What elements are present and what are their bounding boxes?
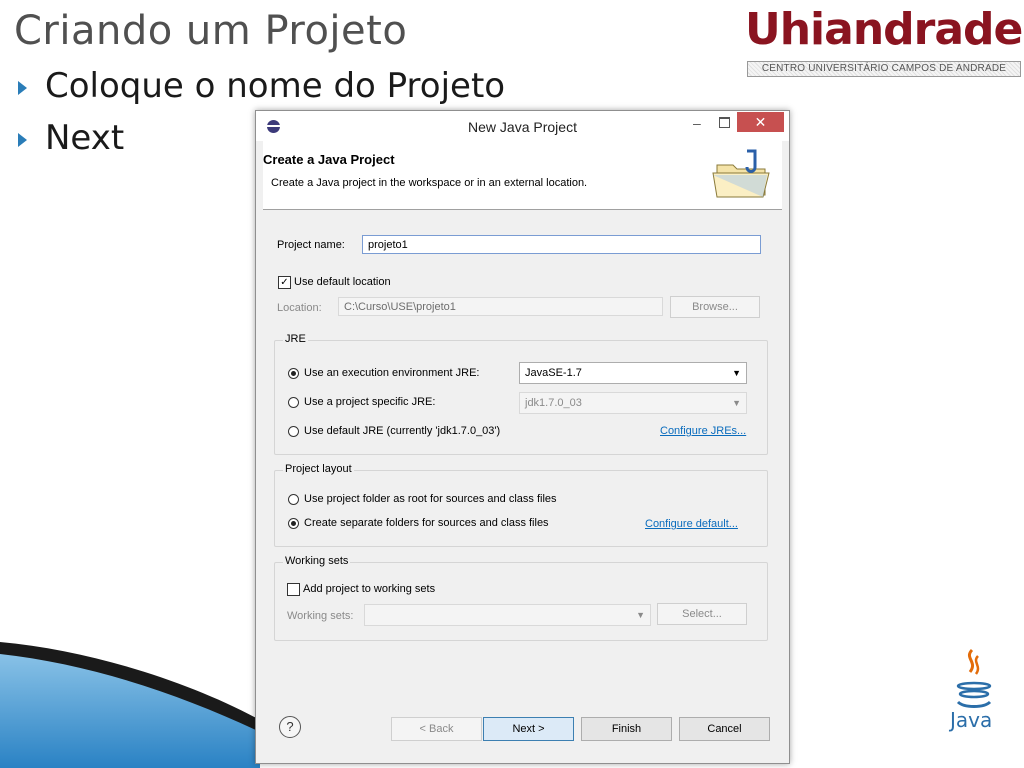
layout-option2-label: Create separate folders for sources and … xyxy=(304,517,549,529)
dialog-titlebar[interactable]: New Java Project – ✕ xyxy=(256,111,789,141)
new-java-project-dialog: New Java Project – ✕ Create a Java Proje… xyxy=(255,110,790,764)
location-label: Location: xyxy=(277,302,322,314)
browse-button[interactable]: Browse... xyxy=(670,296,760,318)
working-sets-group: Working sets Add project to working sets… xyxy=(274,555,768,641)
minimize-button[interactable]: – xyxy=(693,115,701,131)
maximize-button[interactable] xyxy=(719,117,730,128)
configure-default-link[interactable]: Configure default... xyxy=(645,518,738,530)
window-title: New Java Project xyxy=(468,119,577,135)
project-layout-group: Project layout Use project folder as roo… xyxy=(274,463,768,547)
project-specific-jre-select[interactable]: jdk1.7.0_03 ▼ xyxy=(519,392,747,414)
next-button[interactable]: Next > xyxy=(483,717,574,741)
location-input[interactable]: C:\Curso\USE\projeto1 xyxy=(338,297,663,316)
dialog-content: Project name: projeto1 ✓ Use default loc… xyxy=(263,210,782,700)
chevron-down-icon: ▼ xyxy=(732,398,741,408)
configure-jres-link[interactable]: Configure JREs... xyxy=(660,425,746,437)
execution-environment-select[interactable]: JavaSE-1.7 ▼ xyxy=(519,362,747,384)
jre-execution-environment-radio[interactable] xyxy=(288,368,299,379)
project-specific-jre-value: jdk1.7.0_03 xyxy=(525,397,582,409)
use-default-location-label: Use default location xyxy=(294,276,391,288)
java-logo-text: Java xyxy=(950,708,993,732)
jre-project-specific-radio[interactable] xyxy=(288,397,299,408)
logo-subtitle: CENTRO UNIVERSITÁRIO CAMPOS DE ANDRADE xyxy=(747,61,1021,77)
project-name-input[interactable]: projeto1 xyxy=(362,235,761,254)
bullet-arrow-icon xyxy=(18,133,27,147)
add-to-working-sets-checkbox[interactable] xyxy=(287,583,300,596)
select-working-sets-button[interactable]: Select... xyxy=(657,603,747,625)
jre-option1-label: Use an execution environment JRE: xyxy=(304,367,480,379)
java-logo: Java xyxy=(944,648,1008,738)
jre-group: JRE Use an execution environment JRE: Ja… xyxy=(274,333,768,455)
use-default-location-checkbox[interactable]: ✓ xyxy=(278,276,291,289)
logo-wordmark: Uhiandrade xyxy=(745,4,1023,55)
decorative-wave xyxy=(0,642,260,768)
cancel-button[interactable]: Cancel xyxy=(679,717,770,741)
jre-group-title: JRE xyxy=(283,333,308,345)
bullet-project-name: Coloque o nome do Projeto xyxy=(18,66,505,106)
chevron-down-icon: ▼ xyxy=(636,610,645,620)
add-to-working-sets-label: Add project to working sets xyxy=(303,583,436,595)
project-name-label: Project name: xyxy=(277,239,345,251)
project-folder-icon xyxy=(712,149,770,198)
layout-project-folder-radio[interactable] xyxy=(288,494,299,505)
working-sets-select[interactable]: ▼ xyxy=(364,604,651,626)
back-button[interactable]: < Back xyxy=(391,717,482,741)
jre-option3-label: Use default JRE (currently 'jdk1.7.0_03'… xyxy=(304,425,501,437)
finish-button[interactable]: Finish xyxy=(581,717,672,741)
bullet-text: Coloque o nome do Projeto xyxy=(45,66,506,106)
working-sets-label: Working sets: xyxy=(287,610,354,622)
dialog-banner: Create a Java Project Create a Java proj… xyxy=(263,141,782,210)
working-sets-group-title: Working sets xyxy=(283,555,351,567)
close-button[interactable]: ✕ xyxy=(737,112,784,132)
jre-default-radio[interactable] xyxy=(288,426,299,437)
project-layout-group-title: Project layout xyxy=(283,463,354,475)
uniandrade-logo: Uhiandrade CENTRO UNIVERSITÁRIO CAMPOS D… xyxy=(745,4,1023,82)
execution-environment-value: JavaSE-1.7 xyxy=(525,367,582,379)
layout-option1-label: Use project folder as root for sources a… xyxy=(304,493,557,505)
bullet-arrow-icon xyxy=(18,81,27,95)
banner-description: Create a Java project in the workspace o… xyxy=(271,177,588,189)
layout-separate-folders-radio[interactable] xyxy=(288,518,299,529)
banner-title: Create a Java Project xyxy=(263,152,395,167)
bullet-next: Next xyxy=(18,118,124,158)
chevron-down-icon: ▼ xyxy=(732,368,741,378)
slide-title: Criando um Projeto xyxy=(14,8,408,54)
jre-option2-label: Use a project specific JRE: xyxy=(304,396,436,408)
help-icon[interactable]: ? xyxy=(279,716,301,738)
bullet-text: Next xyxy=(45,118,125,158)
